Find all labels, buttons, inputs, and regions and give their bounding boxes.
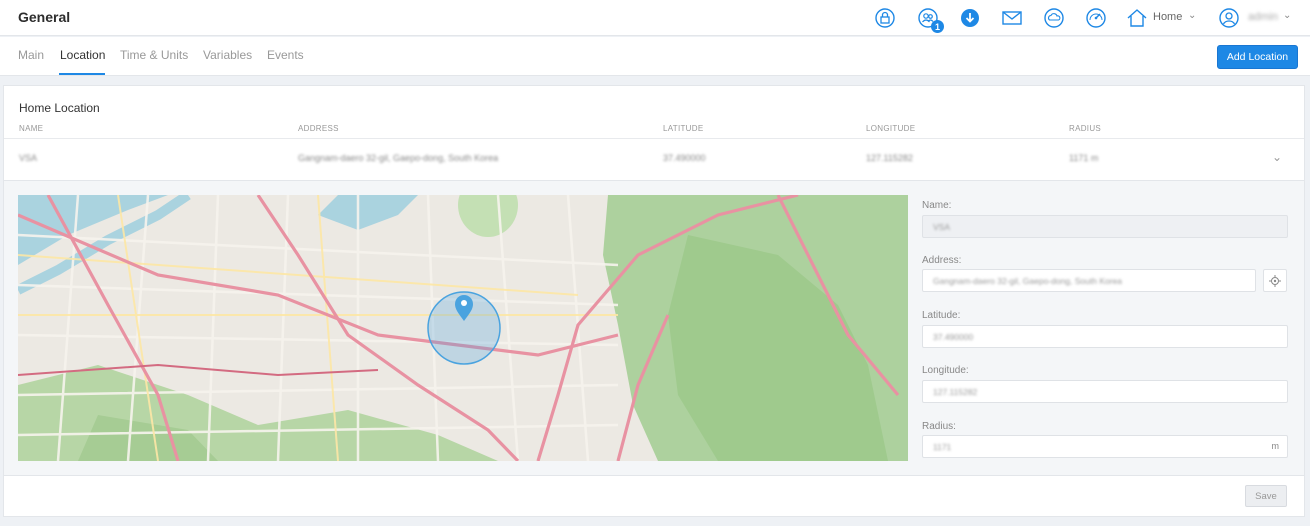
latitude-field[interactable]: 37.490000 <box>922 325 1288 348</box>
map[interactable] <box>18 195 908 461</box>
tab-variables[interactable]: Variables <box>203 48 252 62</box>
location-detail-panel: Name: VSA Address: Gangnam-daero 32-gil,… <box>4 180 1304 476</box>
row-radius[interactable]: 1171 m <box>1069 153 1098 163</box>
column-header-name: NAME <box>19 124 44 133</box>
locate-button[interactable] <box>1263 269 1287 292</box>
divider <box>4 138 1304 139</box>
tab-location[interactable]: Location <box>60 48 105 62</box>
tab-main[interactable]: Main <box>18 48 44 62</box>
tab-events[interactable]: Events <box>267 48 304 62</box>
name-field: VSA <box>922 215 1288 238</box>
page-title: General <box>18 9 71 25</box>
download-icon[interactable] <box>958 6 982 30</box>
column-header-latitude: LATITUDE <box>663 124 704 133</box>
lock-icon[interactable] <box>873 6 897 30</box>
row-name[interactable]: VSA <box>19 153 37 163</box>
mail-icon[interactable] <box>1000 6 1024 30</box>
name-label: Name: <box>922 200 952 211</box>
user-menu-label[interactable]: admin <box>1248 11 1278 23</box>
tab-bar: Main Location Time & Units Variables Eve… <box>0 37 1310 76</box>
notification-badge: 1 <box>931 20 944 33</box>
radius-unit: m <box>1271 441 1280 451</box>
longitude-label: Longitude: <box>922 365 969 376</box>
row-longitude[interactable]: 127.115282 <box>866 153 913 163</box>
tab-time-units[interactable]: Time & Units <box>120 48 188 62</box>
chevron-down-icon[interactable]: ⌄ <box>1188 10 1196 21</box>
radius-label: Radius: <box>922 421 956 432</box>
user-icon[interactable] <box>1217 6 1241 30</box>
chevron-down-icon[interactable]: ⌄ <box>1283 10 1291 21</box>
home-icon[interactable] <box>1125 6 1149 30</box>
row-latitude[interactable]: 37.490000 <box>663 153 706 163</box>
column-header-longitude: LONGITUDE <box>866 124 916 133</box>
users-icon[interactable]: 1 <box>916 6 944 33</box>
radius-field[interactable]: 1171 m <box>922 435 1288 458</box>
column-header-radius: RADIUS <box>1069 124 1102 133</box>
row-address[interactable]: Gangnam-daero 32-gil, Gaepo-dong, South … <box>298 153 498 163</box>
home-location-card: Home Location NAME ADDRESS LATITUDE LONG… <box>3 85 1305 517</box>
weather-icon[interactable] <box>1042 6 1066 30</box>
longitude-field[interactable]: 127.115282 <box>922 380 1288 403</box>
crosshair-icon <box>1269 274 1281 287</box>
home-selector-label[interactable]: Home <box>1153 11 1182 23</box>
address-label: Address: <box>922 255 962 266</box>
gauge-icon[interactable] <box>1084 6 1108 30</box>
add-location-button[interactable]: Add Location <box>1217 45 1298 69</box>
save-button[interactable]: Save <box>1245 485 1287 507</box>
card-title: Home Location <box>19 101 100 115</box>
active-tab-indicator <box>59 73 105 75</box>
chevron-down-icon[interactable]: ⌄ <box>1272 150 1282 164</box>
top-bar: General 1 Home ⌄ admin ⌄ <box>0 0 1310 36</box>
address-field[interactable]: Gangnam-daero 32-gil, Gaepo-dong, South … <box>922 269 1256 292</box>
column-header-address: ADDRESS <box>298 124 339 133</box>
latitude-label: Latitude: <box>922 310 961 321</box>
